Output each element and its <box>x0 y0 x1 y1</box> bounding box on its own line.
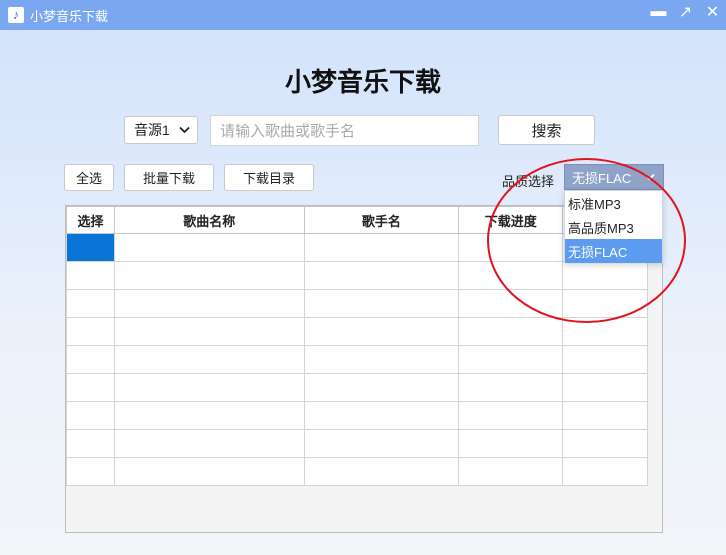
table-cell[interactable] <box>66 317 115 346</box>
column-header-progress[interactable]: 下载进度 <box>458 206 564 234</box>
quality-dropdown: 标准MP3 高品质MP3 无损FLAC <box>564 190 663 263</box>
quality-select-value: 无损FLAC <box>572 170 632 186</box>
quality-label: 品质选择 <box>502 174 555 189</box>
quality-select[interactable]: 无损FLAC <box>564 164 664 190</box>
table-cell[interactable] <box>113 233 305 262</box>
quality-option-standard-mp3[interactable]: 标准MP3 <box>565 191 662 215</box>
window-controls: ▬ ↗ ✕ <box>645 0 726 30</box>
table-cell[interactable] <box>66 401 115 430</box>
table-row[interactable] <box>66 457 648 486</box>
source-select-value: 音源1 <box>134 122 170 138</box>
table-cell[interactable] <box>113 401 305 430</box>
close-button[interactable]: ✕ <box>699 0 726 24</box>
table-cell[interactable] <box>458 261 564 290</box>
table-cell[interactable] <box>303 457 460 486</box>
table-cell[interactable] <box>66 457 115 486</box>
main-content: 小梦音乐下载 音源1 请输入歌曲或歌手名 搜索 全选 批量下载 下载目录 品质选… <box>0 30 726 555</box>
table-cell[interactable] <box>458 289 564 318</box>
table-cell[interactable] <box>458 345 564 374</box>
table-row[interactable] <box>66 233 648 262</box>
table-cell[interactable] <box>562 373 648 402</box>
table-cell[interactable] <box>458 429 564 458</box>
column-header-artist[interactable]: 歌手名 <box>303 206 460 234</box>
chevron-down-icon <box>644 170 655 184</box>
table-cell[interactable] <box>66 289 115 318</box>
source-select[interactable]: 音源1 <box>124 116 198 144</box>
column-header-select[interactable]: 选择 <box>66 206 115 234</box>
quality-option-high-mp3[interactable]: 高品质MP3 <box>565 215 662 239</box>
table-row[interactable] <box>66 317 648 346</box>
title-bar: ♪ 小梦音乐下载 ▬ ↗ ✕ <box>0 0 726 30</box>
table-cell[interactable] <box>303 233 460 262</box>
table-cell[interactable] <box>303 345 460 374</box>
table-cell[interactable] <box>303 401 460 430</box>
table-cell[interactable] <box>458 457 564 486</box>
table-cell[interactable] <box>303 373 460 402</box>
table-cell[interactable] <box>458 317 564 346</box>
table-row[interactable] <box>66 345 648 374</box>
table-row[interactable] <box>66 261 648 290</box>
column-header-song-name[interactable]: 歌曲名称 <box>113 206 305 234</box>
search-input-placeholder: 请输入歌曲或歌手名 <box>220 123 356 140</box>
table-cell[interactable] <box>562 289 648 318</box>
select-all-button[interactable]: 全选 <box>64 164 114 191</box>
table-cell[interactable] <box>66 233 115 262</box>
table-cell[interactable] <box>562 317 648 346</box>
table-row[interactable] <box>66 289 648 318</box>
table-cell[interactable] <box>303 261 460 290</box>
table-cell[interactable] <box>303 429 460 458</box>
table-cell[interactable] <box>66 345 115 374</box>
music-note-icon: ♪ <box>8 7 24 23</box>
table-cell[interactable] <box>66 429 115 458</box>
table-cell[interactable] <box>458 233 564 262</box>
table-cell[interactable] <box>113 261 305 290</box>
table-header-row: 选择 歌曲名称 歌手名 下载进度 <box>66 206 648 234</box>
search-input[interactable]: 请输入歌曲或歌手名 <box>210 115 479 146</box>
table-row[interactable] <box>66 429 648 458</box>
table-row[interactable] <box>66 373 648 402</box>
batch-download-button[interactable]: 批量下载 <box>124 164 214 191</box>
table-cell[interactable] <box>113 429 305 458</box>
minimize-button[interactable]: ▬ <box>645 0 672 24</box>
table-cell[interactable] <box>113 345 305 374</box>
table-cell[interactable] <box>303 289 460 318</box>
maximize-button[interactable]: ↗ <box>672 0 699 24</box>
quality-option-lossless-flac[interactable]: 无损FLAC <box>565 239 662 263</box>
table-cell[interactable] <box>562 261 648 290</box>
table-cell[interactable] <box>562 345 648 374</box>
download-directory-button[interactable]: 下载目录 <box>224 164 314 191</box>
table-cell[interactable] <box>66 261 115 290</box>
table-row[interactable] <box>66 401 648 430</box>
window-title: 小梦音乐下载 <box>30 8 109 24</box>
table-cell[interactable] <box>113 457 305 486</box>
chevron-down-icon <box>179 123 190 137</box>
search-button[interactable]: 搜索 <box>498 115 595 145</box>
table-cell[interactable] <box>113 317 305 346</box>
table-cell[interactable] <box>113 373 305 402</box>
song-table-grid: 选择 歌曲名称 歌手名 下载进度 <box>66 206 648 486</box>
table-cell[interactable] <box>303 317 460 346</box>
table-cell[interactable] <box>562 429 648 458</box>
table-cell[interactable] <box>458 373 564 402</box>
table-cell[interactable] <box>562 457 648 486</box>
table-cell[interactable] <box>562 401 648 430</box>
table-cell[interactable] <box>113 289 305 318</box>
page-title: 小梦音乐下载 <box>284 68 441 98</box>
table-cell[interactable] <box>66 373 115 402</box>
table-cell[interactable] <box>458 401 564 430</box>
